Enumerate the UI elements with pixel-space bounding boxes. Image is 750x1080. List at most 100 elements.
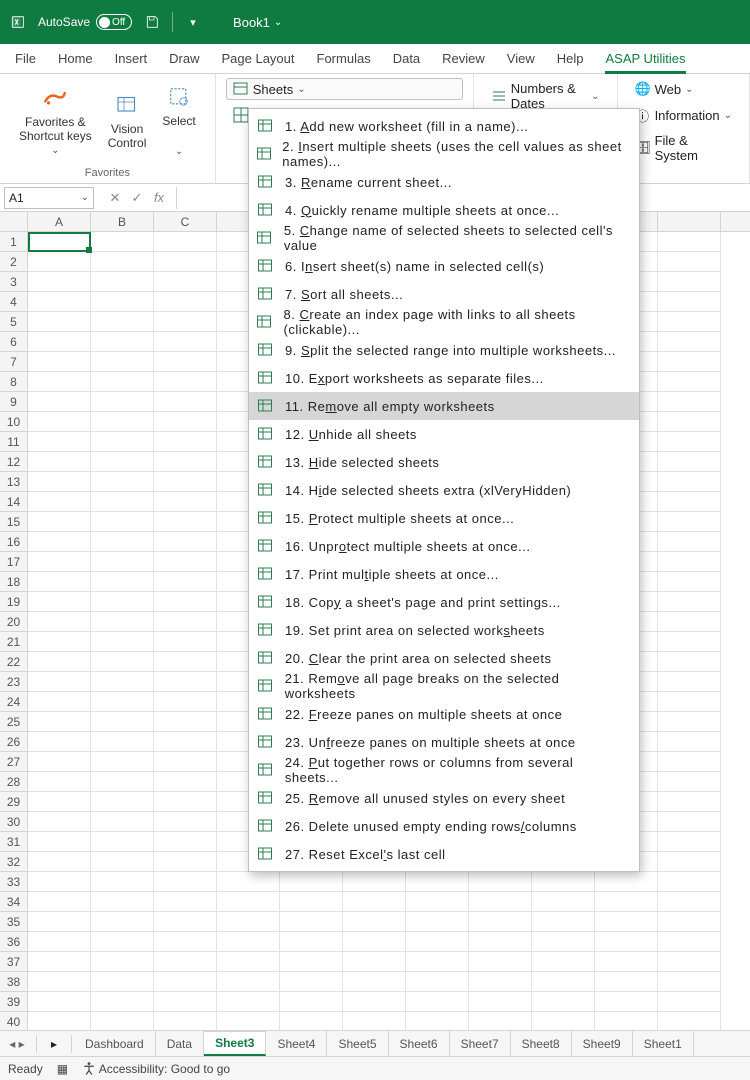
cell[interactable] <box>154 432 217 452</box>
cell[interactable] <box>658 572 721 592</box>
cell[interactable] <box>154 292 217 312</box>
cell[interactable] <box>91 272 154 292</box>
cell[interactable] <box>658 532 721 552</box>
cell[interactable] <box>532 992 595 1012</box>
cell[interactable] <box>28 792 91 812</box>
cell[interactable] <box>658 392 721 412</box>
menu-item[interactable]: 21. Remove all page breaks on the select… <box>249 672 639 700</box>
cell[interactable] <box>91 252 154 272</box>
cell[interactable] <box>91 532 154 552</box>
tab-formulas[interactable]: Formulas <box>306 44 382 74</box>
cell[interactable] <box>469 912 532 932</box>
cell[interactable] <box>91 612 154 632</box>
cell[interactable] <box>91 772 154 792</box>
cell[interactable] <box>154 652 217 672</box>
cell[interactable] <box>658 852 721 872</box>
cell[interactable] <box>280 972 343 992</box>
row-header[interactable]: 31 <box>0 832 28 852</box>
cell[interactable] <box>28 452 91 472</box>
tab-asap-utilities[interactable]: ASAP Utilities <box>595 44 697 74</box>
cell[interactable] <box>658 612 721 632</box>
cell[interactable] <box>469 972 532 992</box>
cell[interactable] <box>658 692 721 712</box>
cell[interactable] <box>91 352 154 372</box>
cell[interactable] <box>658 652 721 672</box>
col-header[interactable]: A <box>28 212 91 231</box>
cell[interactable] <box>91 712 154 732</box>
cell[interactable] <box>595 1012 658 1030</box>
cell[interactable] <box>28 332 91 352</box>
sheet-tab-sheet3[interactable]: Sheet3 <box>204 1031 266 1056</box>
cell[interactable] <box>91 892 154 912</box>
row-header[interactable]: 10 <box>0 412 28 432</box>
cell[interactable] <box>217 892 280 912</box>
row-header[interactable]: 40 <box>0 1012 28 1030</box>
cell[interactable] <box>217 992 280 1012</box>
row-header[interactable]: 39 <box>0 992 28 1012</box>
cell[interactable] <box>658 672 721 692</box>
cell[interactable] <box>154 872 217 892</box>
cell[interactable] <box>28 552 91 572</box>
cell[interactable] <box>154 592 217 612</box>
cell[interactable] <box>658 892 721 912</box>
cell[interactable] <box>280 1012 343 1030</box>
cell[interactable] <box>658 272 721 292</box>
row-header[interactable]: 11 <box>0 432 28 452</box>
cell[interactable] <box>406 952 469 972</box>
cell[interactable] <box>91 492 154 512</box>
cell[interactable] <box>91 312 154 332</box>
cell[interactable] <box>91 692 154 712</box>
row-header[interactable]: 7 <box>0 352 28 372</box>
cell[interactable] <box>154 752 217 772</box>
menu-item[interactable]: 2. Insert multiple sheets (uses the cell… <box>249 140 639 168</box>
menu-item[interactable]: 6. Insert sheet(s) name in selected cell… <box>249 252 639 280</box>
cell[interactable] <box>28 312 91 332</box>
cell[interactable] <box>217 912 280 932</box>
cell[interactable] <box>658 592 721 612</box>
cell[interactable] <box>28 252 91 272</box>
row-header[interactable]: 33 <box>0 872 28 892</box>
cell[interactable] <box>532 952 595 972</box>
cell[interactable] <box>91 752 154 772</box>
cell[interactable] <box>154 232 217 252</box>
row-header[interactable]: 37 <box>0 952 28 972</box>
cell[interactable] <box>28 592 91 612</box>
cell[interactable] <box>280 872 343 892</box>
autosave-toggle[interactable]: AutoSave Off <box>38 14 132 30</box>
cell[interactable] <box>532 892 595 912</box>
cell[interactable] <box>28 412 91 432</box>
cell[interactable] <box>658 872 721 892</box>
select-button[interactable]: Select⌄ <box>154 78 203 161</box>
col-header[interactable]: B <box>91 212 154 231</box>
menu-item[interactable]: 1. Add new worksheet (fill in a name)... <box>249 112 639 140</box>
tab-view[interactable]: View <box>496 44 546 74</box>
cell[interactable] <box>28 532 91 552</box>
cell[interactable] <box>469 952 532 972</box>
cell[interactable] <box>28 912 91 932</box>
row-header[interactable]: 27 <box>0 752 28 772</box>
row-header[interactable]: 28 <box>0 772 28 792</box>
cell[interactable] <box>28 232 91 252</box>
menu-item[interactable]: 23. Unfreeze panes on multiple sheets at… <box>249 728 639 756</box>
menu-item[interactable]: 4. Quickly rename multiple sheets at onc… <box>249 196 639 224</box>
cell[interactable] <box>532 932 595 952</box>
cell[interactable] <box>280 932 343 952</box>
cell[interactable] <box>28 672 91 692</box>
cell[interactable] <box>154 412 217 432</box>
cell[interactable] <box>658 712 721 732</box>
tab-home[interactable]: Home <box>47 44 104 74</box>
tab-data[interactable]: Data <box>382 44 431 74</box>
cell[interactable] <box>28 472 91 492</box>
cell[interactable] <box>406 1012 469 1030</box>
sheet-tab-sheet4[interactable]: Sheet4 <box>266 1031 327 1056</box>
cell[interactable] <box>91 452 154 472</box>
row-header[interactable]: 9 <box>0 392 28 412</box>
cell[interactable] <box>154 832 217 852</box>
row-header[interactable]: 23 <box>0 672 28 692</box>
sheet-tab-sheet8[interactable]: Sheet8 <box>511 1031 572 1056</box>
cell[interactable] <box>154 892 217 912</box>
cell[interactable] <box>154 692 217 712</box>
cell[interactable] <box>343 892 406 912</box>
sheet-nav-arrows[interactable]: ◂ ▸ <box>0 1037 34 1051</box>
cell[interactable] <box>469 872 532 892</box>
